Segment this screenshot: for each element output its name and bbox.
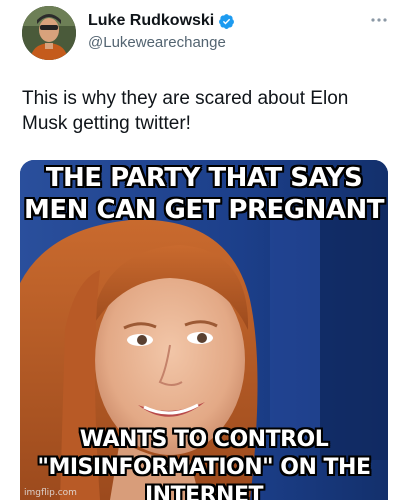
meme-bottom-text-line-1: WANTS TO CONTROL (79, 427, 329, 452)
more-options-button[interactable] (367, 12, 391, 28)
meme-top-text-line-2: MEN CAN GET PREGNANT (24, 195, 384, 225)
author-display-name[interactable]: Luke Rudkowski (88, 12, 214, 30)
meme-top-text-line-1: THE PARTY THAT SAYS (45, 163, 363, 193)
author-handle[interactable]: @Lukewearechange (88, 34, 226, 51)
avatar[interactable] (22, 6, 76, 60)
tweet-card: Luke Rudkowski @Lukewearechange This is … (0, 0, 407, 500)
author-name-row: Luke Rudkowski (88, 12, 235, 30)
tweet-text: This is why they are scared about Elon M… (22, 88, 349, 134)
imgflip-watermark: imgflip.com (24, 488, 77, 498)
ellipsis-icon (371, 18, 387, 22)
verified-badge-icon (218, 13, 235, 30)
avatar-photo-icon (22, 6, 76, 60)
tweet-media-image[interactable]: THE PARTY THAT SAYS MEN CAN GET PREGNANT… (20, 160, 388, 500)
